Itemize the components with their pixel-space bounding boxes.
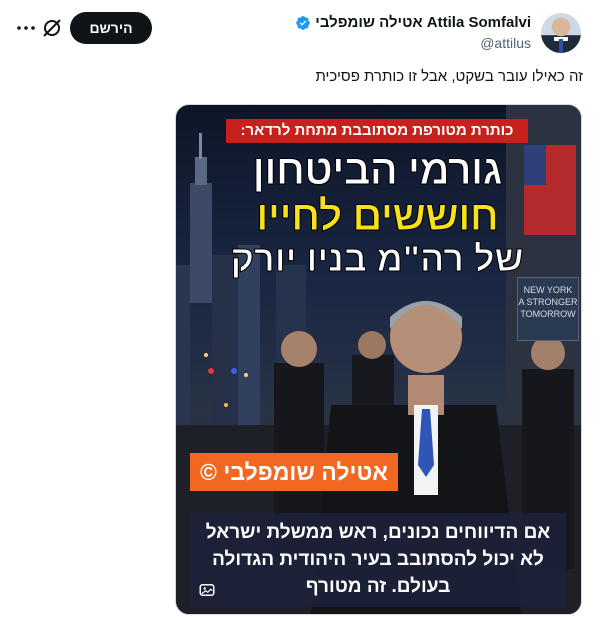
author-display-name: אטילה שומפלבי Attila Somfalvi [315, 14, 531, 31]
tweet-header: אטילה שומפלבי Attila Somfalvi @attilus ה… [0, 0, 601, 62]
author-name-row[interactable]: אטילה שומפלבי Attila Somfalvi [295, 14, 531, 31]
media-banner: כותרת מטורפת מסתובבת מתחת לרדאר: [226, 119, 528, 143]
headline-line-2: חוששים לחייו [255, 192, 499, 239]
more-icon[interactable] [14, 16, 38, 40]
new-york-sign: NEW YORK A STRONGER TOMORROW [517, 277, 579, 341]
caption-line: בעולם. זה מטורף [305, 576, 451, 597]
tweet-media-image[interactable]: כותרת מטורפת מסתובבת מתחת לרדאר: גורמי ה… [175, 104, 582, 615]
sign-line: NEW YORK [523, 285, 573, 295]
author-handle[interactable]: @attilus [480, 35, 531, 51]
follow-button[interactable]: הירשם [70, 12, 152, 44]
tweet-text: זה כאילו עובר בשקט, אבל זו כותרת פסיכית [315, 68, 583, 85]
grok-icon[interactable] [40, 16, 64, 40]
headline-line-1: גורמי הביטחון [252, 146, 503, 193]
caption-line: לא יכול להסתובב בעיר היהודית הגדולה [212, 549, 544, 570]
caption-line: אם הדיווחים נכונים, ראש ממשלת ישראל [205, 522, 551, 543]
author-avatar[interactable] [541, 13, 581, 53]
avatar-tie [559, 39, 563, 53]
image-alt-icon[interactable] [198, 581, 216, 599]
sign-line: TOMORROW [520, 309, 576, 319]
media-headline: גורמי הביטחון חוששים לחייו של רה"מ בניו … [226, 146, 528, 279]
verified-badge-icon [296, 15, 311, 30]
headline-line-3: של רה"מ בניו יורק [230, 238, 524, 279]
sign-line: A STRONGER [518, 297, 578, 307]
media-caption: אם הדיווחים נכונים, ראש ממשלת ישראל לא י… [190, 513, 566, 607]
author-watermark-tag: אטילה שומפלבי © [190, 453, 398, 491]
